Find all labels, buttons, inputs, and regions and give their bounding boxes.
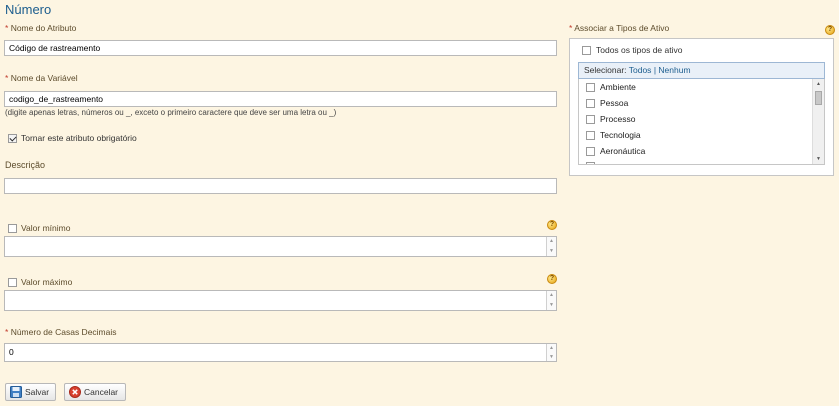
min-value-label: Valor mínimo [21, 223, 71, 233]
list-item-label: Processo [600, 114, 636, 124]
all-asset-types-checkbox[interactable] [582, 45, 591, 55]
list-item-checkbox[interactable] [586, 98, 595, 108]
list-item-checkbox[interactable] [586, 114, 595, 124]
max-value-spinner[interactable]: ▲ ▼ [546, 291, 556, 310]
scrollbar-thumb[interactable] [815, 91, 822, 105]
select-all-link[interactable]: Todos [629, 65, 652, 75]
max-value-input[interactable]: ▲ ▼ [4, 290, 557, 311]
all-asset-types-label: Todos os tipos de ativo [596, 45, 683, 55]
variable-name-label-text: Nome da Variável [10, 73, 78, 83]
cancel-button-label: Cancelar [84, 387, 119, 397]
list-item[interactable]: Ambiente [586, 82, 636, 92]
required-mark: * [5, 73, 9, 83]
min-value-row[interactable]: Valor mínimo [8, 223, 70, 233]
asset-types-label-text: Associar a Tipos de Ativo [574, 23, 670, 33]
select-none-link[interactable]: Nenhum [658, 65, 690, 75]
list-item-checkbox[interactable] [586, 130, 595, 140]
question-mark-icon[interactable]: ? [547, 220, 557, 230]
spin-down-icon[interactable]: ▼ [547, 353, 556, 362]
mandatory-row[interactable]: Tornar este atributo obrigatório [8, 133, 137, 143]
decimals-label-text: Número de Casas Decimais [10, 327, 117, 337]
list-item-checkbox [586, 162, 595, 164]
list-item-label: Tecnologia [600, 130, 641, 140]
list-item[interactable]: Processo [586, 114, 635, 124]
list-item-label: Aeronáutica [600, 146, 646, 156]
max-value-checkbox[interactable] [8, 277, 17, 287]
page-title: Número [5, 2, 52, 17]
variable-name-label: * Nome da Variável [5, 73, 78, 83]
spin-down-icon[interactable]: ▼ [547, 301, 556, 311]
spin-up-icon[interactable]: ▲ [547, 291, 556, 301]
question-mark-icon[interactable]: ? [547, 274, 557, 284]
required-mark: * [5, 23, 9, 33]
scroll-up-icon[interactable]: ▲ [813, 79, 824, 89]
list-item[interactable]: Tecnologia [586, 130, 641, 140]
asset-types-list[interactable]: Ambiente Pessoa Processo Tecnologia Aero… [578, 79, 825, 165]
min-value-spinner[interactable]: ▲ ▼ [546, 237, 556, 256]
description-label: Descrição [5, 160, 46, 170]
description-input[interactable] [4, 178, 557, 194]
decimals-label: * Número de Casas Decimais [5, 327, 117, 337]
cancel-button[interactable]: Cancelar [64, 383, 126, 401]
spin-up-icon[interactable]: ▲ [547, 237, 556, 247]
asset-types-panel: Todos os tipos de ativo Selecionar: Todo… [569, 38, 834, 176]
variable-name-input[interactable]: codigo_de_rastreamento [4, 91, 557, 107]
required-mark: * [569, 23, 573, 33]
required-mark: * [5, 327, 9, 337]
min-value-input[interactable]: ▲ ▼ [4, 236, 557, 257]
all-asset-types-row[interactable]: Todos os tipos de ativo [582, 45, 682, 55]
question-mark-icon[interactable]: ? [825, 25, 835, 35]
list-item[interactable]: Pessoa [586, 98, 628, 108]
list-item-label: Ambiente [600, 82, 636, 92]
spin-up-icon[interactable]: ▲ [547, 344, 556, 353]
list-scrollbar[interactable]: ▲ ▼ [812, 79, 824, 164]
spin-down-icon[interactable]: ▼ [547, 247, 556, 257]
floppy-disk-icon [10, 386, 22, 398]
max-value-label: Valor máximo [21, 277, 73, 287]
select-separator: | [653, 65, 657, 75]
cancel-circle-icon [69, 386, 81, 398]
mandatory-label: Tornar este atributo obrigatório [21, 133, 137, 143]
decimals-spinner[interactable]: ▲ ▼ [546, 344, 556, 361]
attribute-name-label: * Nome do Atributo [5, 23, 76, 33]
list-item-label: Pessoa [600, 98, 629, 108]
select-prefix: Selecionar: [584, 65, 627, 75]
list-item-checkbox[interactable] [586, 146, 595, 156]
attribute-name-input[interactable]: Código de rastreamento [4, 40, 557, 56]
attribute-name-label-text: Nome do Atributo [10, 23, 77, 33]
asset-types-label: * Associar a Tipos de Ativo [569, 23, 669, 33]
list-item-checkbox[interactable] [586, 82, 595, 92]
save-button[interactable]: Salvar [5, 383, 56, 401]
save-button-label: Salvar [25, 387, 50, 397]
min-value-checkbox[interactable] [8, 223, 17, 233]
variable-name-hint: (digite apenas letras, números ou _, exc… [5, 108, 337, 117]
decimals-text: 0 [9, 347, 14, 357]
list-item[interactable]: Aeronáutica [586, 146, 645, 156]
selection-bar: Selecionar: Todos | Nenhum [578, 62, 825, 79]
max-value-row[interactable]: Valor máximo [8, 277, 72, 287]
scroll-down-icon[interactable]: ▼ [813, 154, 824, 164]
list-item-partial [586, 162, 595, 164]
decimals-input[interactable]: 0 ▲ ▼ [4, 343, 557, 362]
mandatory-checkbox[interactable] [8, 133, 17, 143]
